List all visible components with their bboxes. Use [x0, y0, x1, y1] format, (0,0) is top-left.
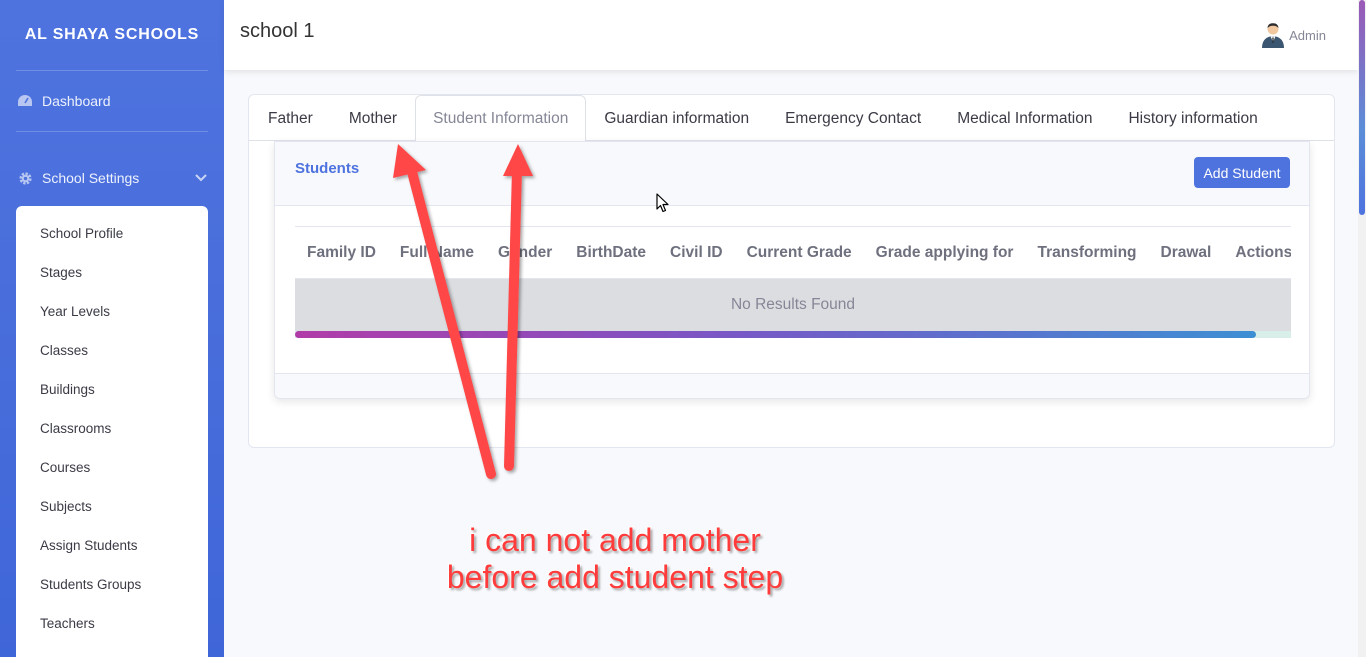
- tab-history-information[interactable]: History information: [1110, 95, 1275, 141]
- tab-student-information[interactable]: Student Information: [415, 95, 587, 142]
- submenu-item-school-profile[interactable]: School Profile: [16, 214, 208, 253]
- submenu-item-teachers[interactable]: Teachers: [16, 604, 208, 643]
- sidebar-item-label: School Settings: [42, 170, 140, 186]
- gear-icon: [16, 169, 34, 187]
- mouse-cursor-icon: [656, 193, 669, 213]
- column-header[interactable]: Gender: [486, 244, 564, 262]
- students-card-title: Students: [295, 160, 360, 177]
- column-header[interactable]: Current Grade: [735, 244, 864, 262]
- wizard-card: Father Mother Student Information Guardi…: [248, 94, 1335, 448]
- tab-guardian-information[interactable]: Guardian information: [586, 95, 767, 141]
- table-horizontal-scrollbar[interactable]: [295, 331, 1291, 338]
- submenu-item-stages[interactable]: Stages: [16, 253, 208, 292]
- submenu-item-classrooms[interactable]: Classrooms: [16, 409, 208, 448]
- page-scroll-thumb[interactable]: [1359, 0, 1365, 215]
- tab-bar: Father Mother Student Information Guardi…: [249, 95, 1334, 142]
- add-student-button[interactable]: Add Student: [1194, 157, 1290, 188]
- column-header[interactable]: Full Name: [388, 244, 486, 262]
- user-menu[interactable]: Admin: [1261, 22, 1326, 48]
- submenu-item-subjects[interactable]: Subjects: [16, 487, 208, 526]
- page-scrollbar[interactable]: [1358, 0, 1366, 657]
- empty-state-message: No Results Found: [295, 279, 1291, 331]
- annotation-note: i can not add mother before add student …: [440, 522, 790, 596]
- topbar: school 1 Admin: [224, 0, 1358, 70]
- page-title: school 1: [240, 20, 315, 42]
- column-header[interactable]: Transforming: [1025, 244, 1148, 262]
- chevron-down-icon: [194, 171, 208, 185]
- table-header-row: Family ID Full Name Gender BirthDate Civ…: [295, 227, 1291, 279]
- column-header[interactable]: Drawal: [1149, 244, 1224, 262]
- tab-father[interactable]: Father: [250, 95, 331, 141]
- dashboard-icon: [16, 92, 34, 110]
- submenu-item-students-groups[interactable]: Students Groups: [16, 565, 208, 604]
- students-card: Students Add Student Family ID Full Name…: [274, 141, 1310, 399]
- tab-emergency-contact[interactable]: Emergency Contact: [767, 95, 939, 141]
- column-header[interactable]: Grade applying for: [864, 244, 1026, 262]
- avatar: [1262, 23, 1285, 48]
- tab-mother[interactable]: Mother: [331, 95, 415, 141]
- tab-medical-information[interactable]: Medical Information: [939, 95, 1110, 141]
- school-settings-submenu: School Profile Stages Year Levels Classe…: [16, 206, 208, 657]
- user-name: Admin: [1289, 27, 1326, 43]
- submenu-item-classes[interactable]: Classes: [16, 331, 208, 370]
- sidebar-item-label: Dashboard: [42, 93, 111, 109]
- students-card-footer: [275, 373, 1309, 398]
- sidebar: AL SHAYA SCHOOLS Dashboard School Settin…: [0, 0, 224, 657]
- sidebar-item-dashboard[interactable]: Dashboard: [0, 71, 224, 131]
- column-header[interactable]: Civil ID: [658, 244, 735, 262]
- students-table: Family ID Full Name Gender BirthDate Civ…: [295, 226, 1291, 346]
- annotation-line: i can not add mother: [469, 522, 761, 558]
- submenu-item-buildings[interactable]: Buildings: [16, 370, 208, 409]
- column-header[interactable]: Family ID: [295, 244, 388, 262]
- submenu-item-courses[interactable]: Courses: [16, 448, 208, 487]
- annotation-line: before add student step: [446, 559, 784, 595]
- brand-logo[interactable]: AL SHAYA SCHOOLS: [0, 0, 224, 70]
- table-scroll-thumb[interactable]: [295, 331, 1256, 338]
- column-header[interactable]: BirthDate: [564, 244, 658, 262]
- column-header[interactable]: Actions: [1223, 244, 1291, 262]
- submenu-item-assign-students[interactable]: Assign Students: [16, 526, 208, 565]
- students-card-header: Students Add Student: [275, 142, 1309, 206]
- submenu-item-year-levels[interactable]: Year Levels: [16, 292, 208, 331]
